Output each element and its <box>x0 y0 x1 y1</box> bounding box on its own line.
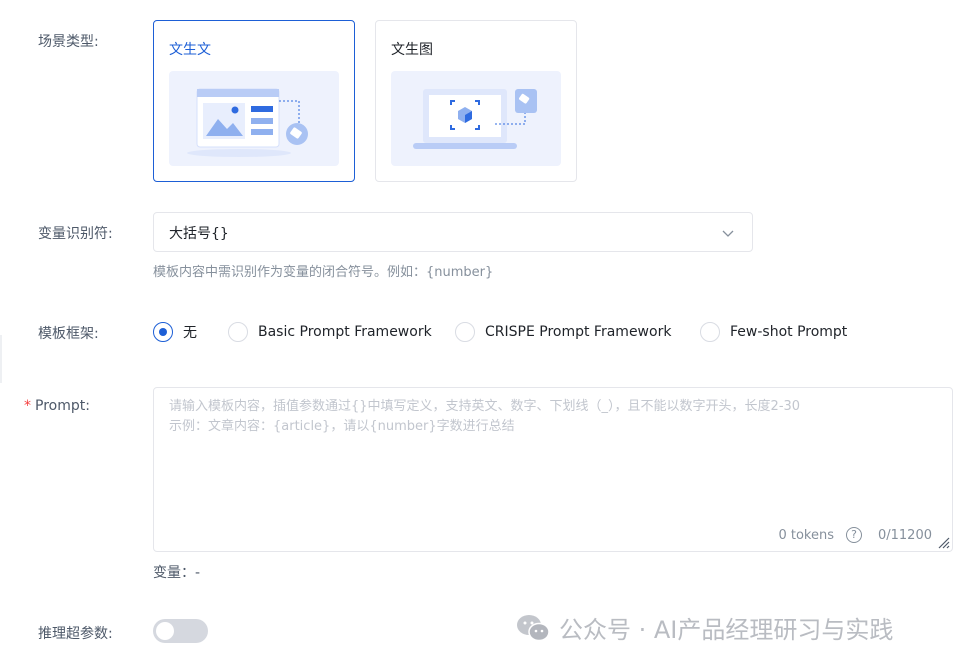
watermark: 公众号 · AI产品经理研习与实践 <box>515 610 893 645</box>
token-count: 0 tokens <box>778 527 834 543</box>
inference-params-label: 推理超参数: <box>38 626 113 642</box>
variable-identifier-value: 大括号{} <box>169 226 229 242</box>
scene-type-label: 场景类型: <box>38 34 99 50</box>
left-edge-divider <box>0 335 2 383</box>
radio-framework-crispe[interactable]: CRISPE Prompt Framework <box>455 321 671 343</box>
text-to-text-illustration-icon <box>169 71 339 166</box>
radio-button[interactable] <box>700 322 720 342</box>
radio-label: 无 <box>183 325 197 341</box>
radio-framework-few-shot[interactable]: Few-shot Prompt <box>700 321 847 343</box>
variable-identifier-select[interactable]: 大括号{} <box>153 212 753 252</box>
radio-button[interactable] <box>455 322 475 342</box>
inference-params-toggle[interactable] <box>153 619 208 643</box>
radio-button[interactable] <box>153 322 173 342</box>
template-framework-label: 模板框架: <box>38 326 99 342</box>
scene-card-title: 文生文 <box>169 42 211 58</box>
prompt-placeholder: 请输入模板内容，插值参数通过{}中填写定义，支持英文、数字、下划线（_），且不能… <box>169 399 801 434</box>
prompt-footer: 0 tokens ? 0/11200 <box>778 527 932 543</box>
prompt-label-text: Prompt: <box>35 398 90 414</box>
help-icon[interactable]: ? <box>845 527 862 543</box>
required-mark: * <box>24 398 31 414</box>
radio-button[interactable] <box>228 322 248 342</box>
watermark-text: 公众号 · AI产品经理研习与实践 <box>559 616 894 644</box>
variables-line: 变量：- <box>153 565 201 581</box>
chevron-down-icon <box>722 230 734 237</box>
radio-label: CRISPE Prompt Framework <box>485 324 672 340</box>
scene-card-title: 文生图 <box>391 42 433 58</box>
radio-framework-none[interactable]: 无 <box>153 321 197 343</box>
toggle-knob <box>156 622 174 640</box>
variable-identifier-label: 变量识别符: <box>38 226 113 242</box>
resize-handle-icon[interactable] <box>936 535 950 549</box>
scene-card-text-to-image[interactable]: 文生图 <box>375 20 577 182</box>
text-to-image-illustration-icon <box>391 71 561 166</box>
prompt-textarea[interactable]: 请输入模板内容，插值参数通过{}中填写定义，支持英文、数字、下划线（_），且不能… <box>153 387 953 552</box>
character-count: 0/11200 <box>877 527 932 543</box>
prompt-label: * Prompt: <box>24 398 90 414</box>
scene-card-text-to-text[interactable]: 文生文 <box>153 20 355 182</box>
radio-label: Basic Prompt Framework <box>258 324 432 340</box>
radio-label: Few-shot Prompt <box>730 324 848 340</box>
radio-framework-basic[interactable]: Basic Prompt Framework <box>228 321 432 343</box>
wechat-icon <box>517 614 550 641</box>
variable-identifier-hint: 模板内容中需识别作为变量的闭合符号。例如：{number} <box>153 265 494 280</box>
